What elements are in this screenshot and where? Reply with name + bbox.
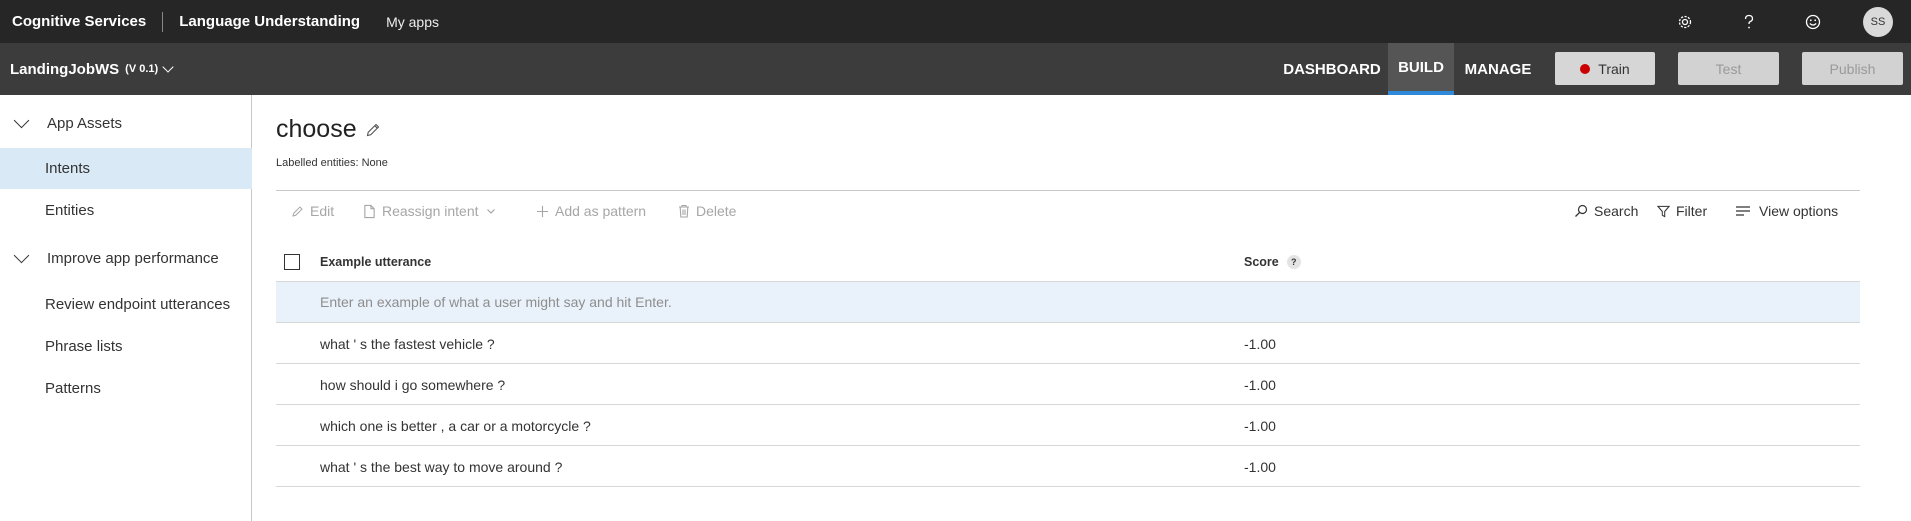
edit-label: Edit <box>310 203 335 219</box>
table-row[interactable]: what ' s the best way to move around ? -… <box>276 446 1860 487</box>
add-as-pattern-label: Add as pattern <box>555 203 647 219</box>
delete-button[interactable]: Delete <box>678 191 736 231</box>
train-label: Train <box>1598 60 1630 77</box>
score-value: -1.00 <box>1244 335 1276 352</box>
filter-label: Filter <box>1676 203 1708 219</box>
table-row[interactable]: what ' s the fastest vehicle ? -1.00 <box>276 323 1860 364</box>
search-icon <box>1575 204 1588 217</box>
plus-icon <box>536 205 549 217</box>
toolbar: Edit Reassign intent Add as pattern Dele… <box>276 191 1860 231</box>
utterance-text: what ' s the fastest vehicle ? <box>320 335 495 352</box>
document-icon <box>364 204 375 218</box>
app-name: LandingJobWS <box>10 60 120 78</box>
help-icon[interactable] <box>1717 0 1781 43</box>
edit-button[interactable]: Edit <box>291 191 334 231</box>
reassign-intent-button[interactable]: Reassign intent <box>363 191 496 231</box>
smiley-icon[interactable] <box>1781 0 1845 43</box>
chevron-down-icon <box>162 61 174 73</box>
add-as-pattern-button[interactable]: Add as pattern <box>536 191 646 231</box>
new-utterance-row <box>276 282 1860 323</box>
help-icon[interactable]: ? <box>1286 254 1301 269</box>
filter-icon <box>1657 205 1670 217</box>
sidebar-section-app-assets[interactable]: App Assets <box>0 103 252 143</box>
select-all-checkbox[interactable] <box>284 254 300 270</box>
score-value: -1.00 <box>1244 376 1276 393</box>
sidebar-item-review-endpoint-utterances[interactable]: Review endpoint utterances <box>0 284 252 325</box>
sidebar-item-intents[interactable]: Intents <box>0 148 252 189</box>
score-value: -1.00 <box>1244 417 1276 434</box>
view-options-label: View options <box>1759 203 1839 219</box>
top-icons: SS <box>1653 0 1911 43</box>
score-header-label: Score <box>1244 254 1279 269</box>
utterance-input[interactable] <box>320 290 1520 314</box>
my-apps-link[interactable]: My apps <box>386 14 439 30</box>
trash-icon <box>679 204 689 218</box>
view-options-button[interactable]: View options <box>1735 191 1838 231</box>
chevron-down-icon <box>13 112 30 128</box>
top-bar: Cognitive Services Language Understandin… <box>0 0 1911 43</box>
sidebar-item-phrase-lists[interactable]: Phrase lists <box>0 326 252 367</box>
tab-manage[interactable]: MANAGE <box>1454 43 1542 95</box>
intent-header: choose <box>276 115 381 144</box>
avatar[interactable]: SS <box>1863 6 1893 37</box>
train-button[interactable]: Train <box>1555 52 1655 85</box>
sidebar-section-label: App Assets <box>47 114 123 132</box>
column-header-utterance[interactable]: Example utterance <box>320 241 431 282</box>
list-icon <box>1736 206 1750 216</box>
search-label: Search <box>1594 203 1639 219</box>
chevron-down-icon <box>486 209 495 214</box>
table-header: Example utterance Score ? <box>276 241 1860 282</box>
score-value: -1.00 <box>1244 458 1276 475</box>
main-content: choose Labelled entities: None Edit Reas… <box>276 95 1860 521</box>
app-bar: LandingJobWS (V 0.1) DASHBOARD BUILD MAN… <box>0 43 1911 95</box>
sidebar-section-label: Improve app performance <box>47 249 219 267</box>
filter-button[interactable]: Filter <box>1657 191 1707 231</box>
delete-label: Delete <box>696 203 737 219</box>
utterance-text: how should i go somewhere ? <box>320 376 506 393</box>
table-row[interactable]: which one is better , a car or a motorcy… <box>276 405 1860 446</box>
search-button[interactable]: Search <box>1574 191 1638 231</box>
sidebar-item-patterns[interactable]: Patterns <box>0 368 252 409</box>
column-header-score[interactable]: Score ? <box>1244 241 1301 282</box>
utterance-text: what ' s the best way to move around ? <box>320 458 563 475</box>
reassign-intent-label: Reassign intent <box>382 203 479 219</box>
sidebar-item-entities[interactable]: Entities <box>0 190 252 231</box>
pencil-icon <box>292 205 303 217</box>
utterance-text: which one is better , a car or a motorcy… <box>320 417 591 434</box>
labelled-entities: Labelled entities: None <box>276 157 388 169</box>
app-version: (V 0.1) <box>125 63 159 75</box>
sidebar: App Assets Intents Entities Improve app … <box>0 95 252 521</box>
brand-name[interactable]: Cognitive Services <box>0 11 164 32</box>
page-title: choose <box>276 115 357 143</box>
tab-build[interactable]: BUILD <box>1388 43 1454 95</box>
table-row[interactable]: how should i go somewhere ? -1.00 <box>276 364 1860 405</box>
test-button[interactable]: Test <box>1678 52 1779 85</box>
pencil-icon[interactable] <box>365 122 381 138</box>
gear-icon[interactable] <box>1653 0 1717 43</box>
app-selector[interactable]: LandingJobWS (V 0.1) <box>10 43 174 95</box>
chevron-down-icon <box>13 247 30 263</box>
tab-dashboard[interactable]: DASHBOARD <box>1276 43 1388 95</box>
sidebar-section-improve-app-performance[interactable]: Improve app performance <box>0 238 252 278</box>
publish-button[interactable]: Publish <box>1802 52 1903 85</box>
train-status-dot-icon <box>1580 63 1591 74</box>
product-name[interactable]: Language Understanding <box>163 13 386 30</box>
